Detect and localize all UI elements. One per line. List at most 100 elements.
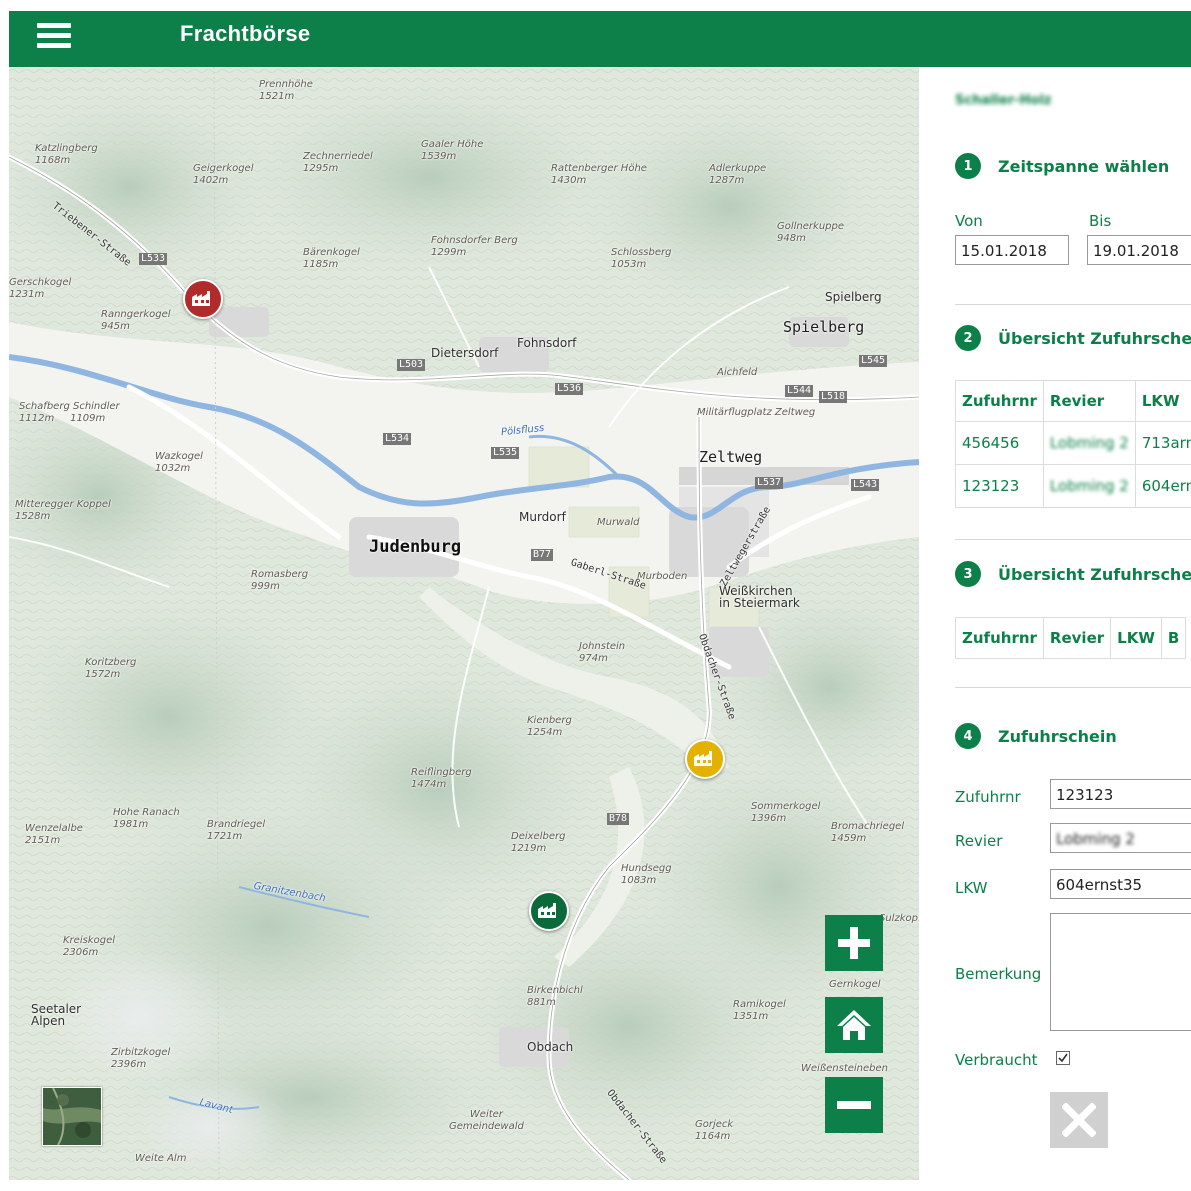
map-label-peak: Adlerkuppe 1287m	[709, 163, 767, 186]
map-label-peak: Kienberg 1254m	[527, 715, 572, 738]
step-number: 1	[955, 153, 981, 179]
map-label-town: Spielberg	[825, 290, 882, 304]
map-label-road-number: L533	[139, 253, 168, 265]
table-row[interactable]: 456456 Lobming 2 713arnold	[955, 421, 1191, 465]
verbraucht-checkbox[interactable]	[1056, 1051, 1070, 1065]
bemerkung-label: Bemerkung	[955, 965, 1042, 983]
map-label-peak: Bärenkogel 1185m	[303, 247, 360, 270]
minus-icon	[837, 1101, 871, 1109]
factory-icon	[694, 751, 712, 766]
map-label-peak: Katzlingberg 1168m	[35, 143, 98, 166]
map-label-road-number: B77	[531, 549, 554, 561]
map-label-area: Weiter Gemeindewald	[449, 1109, 524, 1132]
side-panel: Schaller-Holz 1 Zeitspanne wählen Von Bi…	[919, 67, 1191, 1180]
map-view[interactable]: Prennhöhe 1521m Katzlingberg 1168m Geige…	[9, 67, 919, 1180]
revier-value: Lobming 2	[1049, 477, 1129, 495]
map-label-peak: Mitteregger Koppel 1528m	[15, 499, 111, 522]
map-label-peak: Brandriegel 1721m	[207, 819, 266, 842]
map-label-road-number: L535	[491, 447, 520, 459]
user-name: Schaller-Holz	[955, 93, 1052, 108]
map-label-city: Judenburg	[369, 537, 462, 557]
factory-marker-yellow[interactable]	[685, 739, 725, 779]
hamburger-icon[interactable]	[37, 23, 71, 53]
close-icon	[1062, 1103, 1096, 1137]
zufuhrscheine-table-2: Zufuhrnr Revier LKW B	[955, 617, 1187, 659]
map-label-road-number: L518	[819, 391, 848, 403]
map-label-peak: Wazkogel 1032m	[155, 451, 203, 474]
step-title: Übersicht Zufuhrscheine	[998, 564, 1191, 584]
map-label-peak: Zechnerriedel 1295m	[303, 151, 373, 174]
step-title: Übersicht Zufuhrscheine	[998, 328, 1191, 348]
plus-icon	[838, 927, 870, 959]
column-header[interactable]: Revier	[1042, 617, 1112, 659]
column-header[interactable]: Zufuhrnr	[955, 380, 1044, 422]
zufuhrnr-field[interactable]: 123123	[1050, 779, 1191, 809]
layer-switch-thumbnail[interactable]	[42, 1087, 102, 1146]
revier-value: Lobming 2	[1056, 830, 1135, 848]
map-label-road-number: L534	[383, 433, 412, 445]
revier-field[interactable]: Lobming 2	[1050, 823, 1191, 853]
factory-icon	[538, 903, 556, 918]
home-button[interactable]	[825, 997, 883, 1053]
step-2-header: 2 Übersicht Zufuhrscheine	[955, 325, 1191, 351]
von-date-input[interactable]: 15.01.2018	[955, 235, 1069, 265]
map-label-region: Seetaler Alpen	[31, 1002, 82, 1028]
cell-zufuhrnr: 456456	[955, 421, 1044, 465]
map-label-town: Obdach	[527, 1040, 574, 1054]
map-label-road-number: B78	[607, 813, 630, 825]
factory-marker-green[interactable]	[529, 891, 569, 931]
map-label-peak: Schlossberg 1053m	[611, 247, 672, 270]
von-label: Von	[955, 212, 983, 230]
app-title: Frachtbörse	[180, 21, 311, 46]
column-header[interactable]: B	[1160, 617, 1187, 659]
map-label-road-number: L537	[755, 477, 784, 489]
map-label-peak: Schafberg Schindler 1112m 1109m	[19, 401, 120, 424]
revier-label: Revier	[955, 832, 1003, 850]
map-label-peak: Gollnerkuppe 948m	[777, 221, 845, 244]
cell-lkw: 604ernst35	[1134, 464, 1191, 508]
step-number: 2	[955, 325, 981, 351]
column-header[interactable]: LKW	[1134, 380, 1191, 422]
map-label-peak: Reiflingberg 1474m	[411, 767, 472, 790]
step-title: Zufuhrschein	[998, 726, 1117, 746]
map-label-peak: Sommerkogel 1396m	[751, 801, 821, 824]
map-label-peak: Hohe Ranach 1981m	[113, 807, 180, 830]
factory-marker-red[interactable]	[183, 279, 223, 319]
zoom-in-button[interactable]	[825, 915, 883, 971]
map-label-town: Dietersdorf	[431, 346, 499, 360]
map-label-peak: Prennhöhe 1521m	[259, 79, 313, 102]
lkw-label: LKW	[955, 879, 988, 897]
zufuhrscheine-table: Zufuhrnr Revier LKW 456456 Lobming 2 713…	[955, 380, 1191, 508]
satellite-thumbnail	[43, 1088, 101, 1145]
map-label-peak: Romasberg 999m	[251, 569, 309, 592]
map-label-peak: Johnstein 974m	[579, 641, 626, 664]
map-label-peak: Gaaler Höhe 1539m	[421, 139, 484, 162]
map-label-peak: Gerschkogel 1231m	[9, 277, 72, 300]
checkbox-checked-icon	[1058, 1053, 1068, 1063]
map-label-peak: Bromachriegel 1459m	[831, 821, 905, 844]
column-header[interactable]: LKW	[1110, 617, 1162, 659]
map-label-town: Murdorf	[519, 510, 566, 524]
table-header-row: Zufuhrnr Revier LKW B	[955, 617, 1187, 659]
map-label-peak: Ramikogel 1351m	[733, 999, 786, 1022]
map-label-peak: Zirbitzkogel 2396m	[111, 1047, 171, 1070]
close-button[interactable]	[1050, 1092, 1108, 1148]
verbraucht-label: Verbraucht	[955, 1051, 1038, 1069]
bis-date-input[interactable]: 19.01.2018	[1087, 235, 1191, 265]
home-icon	[837, 1010, 871, 1040]
cell-revier: Lobming 2	[1042, 421, 1136, 465]
bemerkung-textarea[interactable]	[1050, 913, 1191, 1031]
map-label-road-number: L543	[851, 479, 880, 491]
map-label-peak: Deixelberg 1219m	[511, 831, 566, 854]
lkw-field[interactable]: 604ernst35	[1050, 869, 1191, 899]
column-header[interactable]: Revier	[1042, 380, 1136, 422]
map-label-peak: Koritzberg 1572m	[85, 657, 137, 680]
column-header[interactable]: Zufuhrnr	[955, 617, 1044, 659]
step-1-header: 1 Zeitspanne wählen	[955, 153, 1169, 179]
map-label-peak: Wenzelalbe 2151m	[25, 823, 83, 846]
zoom-out-button[interactable]	[825, 1077, 883, 1133]
step-number: 3	[955, 561, 981, 587]
step-title: Zeitspanne wählen	[998, 156, 1170, 176]
step-4-header: 4 Zufuhrschein	[955, 723, 1117, 749]
table-row[interactable]: 123123 Lobming 2 604ernst35	[955, 464, 1191, 508]
